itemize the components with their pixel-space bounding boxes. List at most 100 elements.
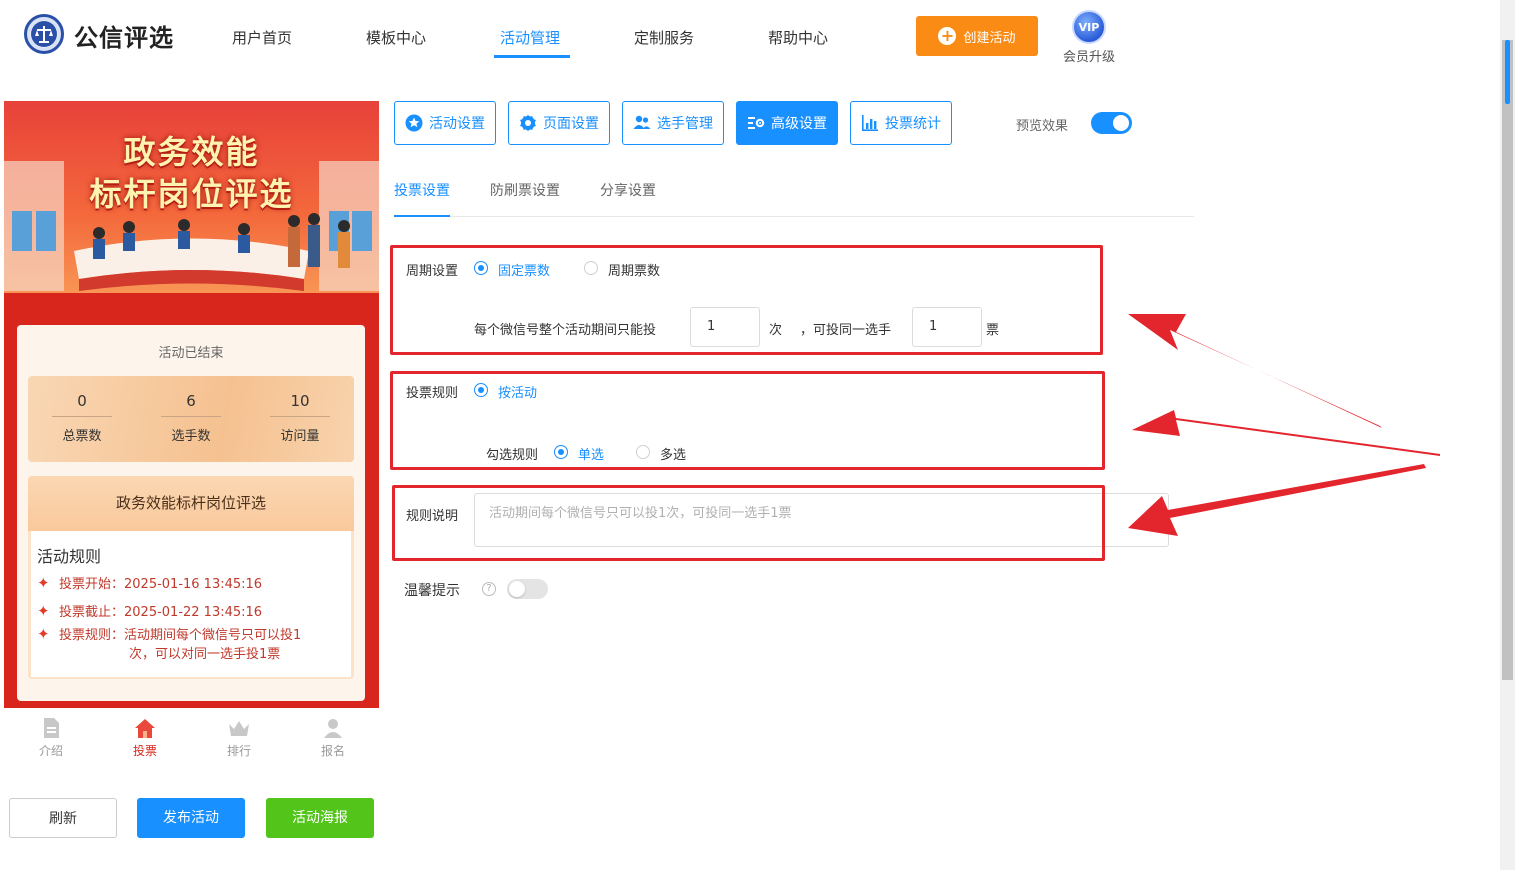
scrollbar-grip[interactable] xyxy=(1505,40,1510,104)
star-icon xyxy=(405,114,423,132)
sparkle-icon: ✦ xyxy=(37,574,50,592)
nav-custom-service[interactable]: 定制服务 xyxy=(634,27,694,48)
tab-label: 投票统计 xyxy=(885,116,941,132)
toggle-knob xyxy=(1113,115,1129,131)
times-input[interactable]: 1 xyxy=(690,307,760,347)
rules-caption: 活动规则 xyxy=(37,547,102,566)
tab-activity-settings[interactable]: 活动设置 xyxy=(394,101,496,145)
stat-value: 0 xyxy=(52,392,112,417)
nav-help-center[interactable]: 帮助中心 xyxy=(768,27,828,48)
rule-desc-text-1: 投票规则：活动期间每个微信号只可以投1 xyxy=(59,628,302,643)
tip-toggle[interactable] xyxy=(507,579,548,599)
tab-advanced-settings[interactable]: 高级设置 xyxy=(736,101,838,145)
bar-chart-icon xyxy=(862,115,878,131)
period-sentence-d: 票 xyxy=(986,323,1000,338)
vote-rule-label: 投票规则 xyxy=(406,386,459,401)
banner-title-line1: 政务效能 xyxy=(123,133,260,171)
tab-contestant-management[interactable]: 选手管理 xyxy=(622,101,724,145)
nav-activity-management[interactable]: 活动管理 xyxy=(500,27,560,48)
subtab-divider xyxy=(394,216,1194,217)
activity-status: 活动已结束 xyxy=(158,346,224,361)
tab-label: 介绍 xyxy=(38,744,63,758)
subtab-vote-settings[interactable]: 投票设置 xyxy=(394,180,450,200)
preview-effect-label: 预览效果 xyxy=(1016,119,1069,134)
crown-icon xyxy=(229,721,249,736)
home-icon xyxy=(135,719,155,738)
event-title: 政务效能标杆岗位评选 xyxy=(28,476,354,531)
rule-start: ✦ 投票开始：2025-01-16 13:45:16 xyxy=(37,574,337,594)
user-icon xyxy=(324,719,342,738)
create-activity-button[interactable]: + 创建活动 xyxy=(916,16,1038,56)
nav-active-underline xyxy=(494,55,570,58)
stat-label: 选手数 xyxy=(171,429,211,444)
refresh-button[interactable]: 刷新 xyxy=(9,798,117,838)
stat-contestants: 6 选手数 xyxy=(141,392,241,444)
radio-single-choice[interactable] xyxy=(554,445,568,459)
radio-by-activity-label[interactable]: 按活动 xyxy=(498,382,537,401)
scrollbar-thumb[interactable] xyxy=(1502,40,1513,680)
highlight-box-rule-description xyxy=(392,485,1105,561)
preview-tabbar: 介绍 投票 排行 报名 xyxy=(4,708,379,768)
check-rule-label: 勾选规则 xyxy=(486,448,539,463)
banner-title-line2: 标杆岗位评选 xyxy=(89,175,294,213)
radio-fixed-votes-label[interactable]: 固定票数 xyxy=(498,260,550,279)
banner-title: 政务效能 标杆岗位评选 xyxy=(4,131,379,215)
preview-effect-toggle[interactable] xyxy=(1091,112,1132,134)
arrow-to-vote-rule-icon xyxy=(1132,410,1440,456)
period-settings-label: 周期设置 xyxy=(406,264,459,279)
radio-period-votes[interactable] xyxy=(584,261,598,275)
tab-page-settings[interactable]: 页面设置 xyxy=(508,101,610,145)
tab-label: 活动设置 xyxy=(429,116,485,132)
rule-start-text: 投票开始：2025-01-16 13:45:16 xyxy=(59,577,263,592)
stat-visits: 10 访问量 xyxy=(250,392,350,444)
tab-label: 高级设置 xyxy=(771,116,827,132)
radio-fixed-votes[interactable] xyxy=(474,261,488,275)
tab-label: 排行 xyxy=(226,744,251,758)
period-sentence-a: 每个微信号整个活动期间只能投 xyxy=(474,323,657,338)
arrow-to-rule-description-icon xyxy=(1128,464,1426,536)
tab-label: 页面设置 xyxy=(543,116,599,132)
activity-poster-button[interactable]: 活动海报 xyxy=(266,798,374,838)
tab-label: 投票 xyxy=(132,744,157,758)
help-icon[interactable]: ? xyxy=(482,582,496,596)
stat-total-votes: 0 总票数 xyxy=(32,392,132,444)
gear-icon xyxy=(520,114,536,132)
event-banner: 政务效能 标杆岗位评选 xyxy=(4,101,379,313)
radio-single-choice-label[interactable]: 单选 xyxy=(578,444,604,463)
nav-template-center[interactable]: 模板中心 xyxy=(366,27,426,48)
period-sentence-c: ，可投同一选手 xyxy=(800,323,892,338)
tab-vote[interactable]: 投票 xyxy=(98,708,192,768)
radio-multi-choice-label[interactable]: 多选 xyxy=(660,444,686,463)
tab-ranking[interactable]: 排行 xyxy=(192,708,286,768)
stat-value: 10 xyxy=(270,392,330,417)
radio-multi-choice[interactable] xyxy=(636,445,650,459)
tab-intro[interactable]: 介绍 xyxy=(4,708,98,768)
stat-value: 6 xyxy=(161,392,221,417)
users-icon xyxy=(633,115,651,129)
vip-upgrade-link[interactable]: 会员升级 xyxy=(1063,46,1115,65)
stat-label: 总票数 xyxy=(62,429,102,444)
plus-icon: + xyxy=(938,27,957,45)
publish-activity-button[interactable]: 发布活动 xyxy=(137,798,245,838)
tab-signup[interactable]: 报名 xyxy=(286,708,379,768)
tab-label: 选手管理 xyxy=(657,116,713,132)
rule-end: ✦ 投票截止：2025-01-22 13:45:16 xyxy=(37,602,337,622)
subtab-anti-fraud-settings[interactable]: 防刷票设置 xyxy=(490,180,560,200)
period-sentence-b: 次 xyxy=(769,323,783,338)
rules-box: 政务效能标杆岗位评选 活动规则 ✦ 投票开始：2025-01-16 13:45:1… xyxy=(28,476,354,679)
toggle-knob xyxy=(509,581,525,597)
rule-desc: ✦ 投票规则：活动期间每个微信号只可以投1 次，可以对同一选手投1票 xyxy=(37,625,337,664)
nav-user-home[interactable]: 用户首页 xyxy=(232,27,292,48)
subtab-active-underline xyxy=(394,215,450,217)
logo-text[interactable]: 公信评选 xyxy=(74,18,174,53)
rule-end-text: 投票截止：2025-01-22 13:45:16 xyxy=(59,605,263,620)
subtab-share-settings[interactable]: 分享设置 xyxy=(600,180,656,200)
votes-per-contestant-input[interactable]: 1 xyxy=(912,307,982,347)
tab-vote-statistics[interactable]: 投票统计 xyxy=(850,101,952,145)
arrow-to-period-icon xyxy=(1128,314,1382,428)
radio-by-activity[interactable] xyxy=(474,383,488,397)
vip-icon[interactable]: VIP xyxy=(1072,10,1106,44)
radio-period-votes-label[interactable]: 周期票数 xyxy=(608,260,660,279)
stats-box: 0 总票数 6 选手数 10 访问量 xyxy=(28,376,354,462)
stat-label: 访问量 xyxy=(280,429,320,444)
